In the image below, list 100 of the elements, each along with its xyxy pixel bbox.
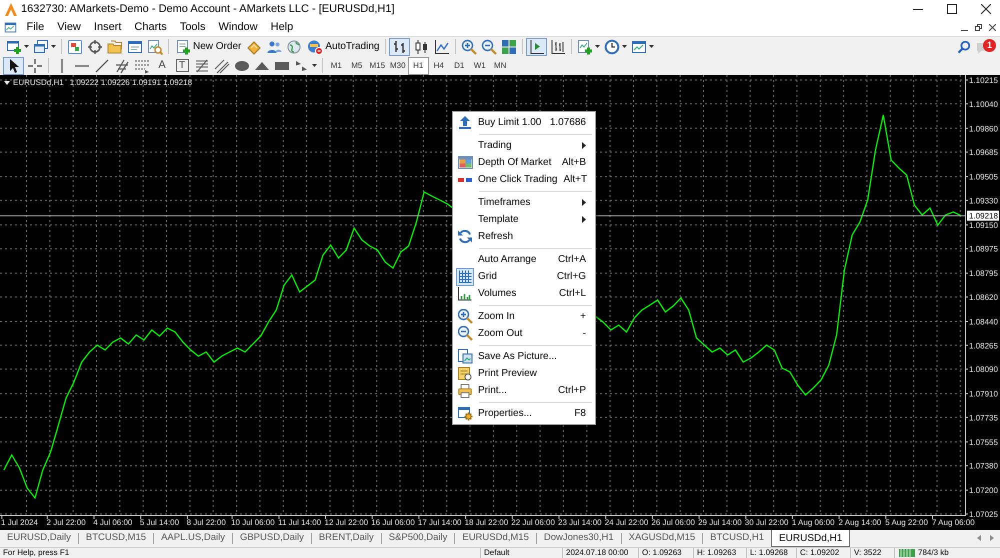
table-icon xyxy=(458,156,472,169)
circle-stop-icon xyxy=(307,38,324,54)
profiles-button[interactable] xyxy=(31,38,58,56)
ohlc-values: 1.09222 1.09226 1.09191 1.09218 xyxy=(70,78,192,88)
zoom-out-icon[interactable] xyxy=(481,38,498,54)
menu-item[interactable]: Depth Of Market Alt+B xyxy=(453,154,595,171)
menu-bar-item[interactable]: View xyxy=(50,18,88,36)
scroll-right-icon[interactable] xyxy=(990,535,994,541)
menu-item[interactable]: Refresh xyxy=(453,228,595,245)
timeframe-button[interactable]: W1 xyxy=(470,56,490,74)
timeframe-button[interactable]: M30 xyxy=(388,56,408,74)
menu-item[interactable]: Zoom In + xyxy=(453,308,595,325)
trend-line-icon[interactable] xyxy=(94,58,110,74)
split-bar-icon xyxy=(458,178,472,182)
chart-tab[interactable]: S&P500,Daily xyxy=(382,530,454,546)
scroll-left-icon[interactable] xyxy=(977,535,981,541)
menu-item[interactable]: Properties... F8 xyxy=(453,405,595,422)
time-label: 11 Jul 14:00 xyxy=(278,518,322,527)
price-label: 1.09505 xyxy=(969,172,998,182)
close-icon[interactable] xyxy=(989,24,996,30)
search-icon[interactable] xyxy=(957,40,971,54)
time-label: 30 Jul 22:00 xyxy=(744,518,788,527)
parallel-lines-icon[interactable] xyxy=(214,58,230,74)
menu-item[interactable]: Auto Arrange Ctrl+A xyxy=(453,251,595,268)
chart-tab[interactable]: AAPL.US,Daily xyxy=(154,530,232,546)
pitchfork-icon[interactable] xyxy=(114,58,130,74)
chart-tab[interactable]: EURUSDd,H1 xyxy=(770,530,850,547)
maximize-icon[interactable] xyxy=(947,4,957,14)
chart-tab[interactable]: EURUSDd,M15 xyxy=(455,530,536,546)
colored-window-icon[interactable] xyxy=(67,38,83,54)
chart-tab[interactable]: BTCUSD,M15 xyxy=(78,530,154,546)
levels-icon[interactable] xyxy=(194,58,210,74)
restore-icon[interactable] xyxy=(975,24,982,30)
periods-button[interactable] xyxy=(602,38,630,56)
chart-tab[interactable]: BRENT,Daily xyxy=(312,530,381,546)
chart-type-button[interactable] xyxy=(389,38,410,56)
menu-item[interactable]: Save As Picture... xyxy=(453,348,595,365)
target-icon[interactable] xyxy=(87,38,103,54)
diamond-icon[interactable] xyxy=(246,38,262,54)
window-gear-icon xyxy=(458,406,472,420)
menu-item[interactable]: Template xyxy=(453,211,595,228)
menu-bar-item[interactable]: Insert xyxy=(87,18,128,36)
close-price: C: 1.09202 xyxy=(796,548,850,558)
menu-bar-item[interactable]: Help xyxy=(264,18,300,36)
bar-chart-icon xyxy=(392,38,408,54)
triangle-down-icon[interactable] xyxy=(4,81,10,85)
printer-icon xyxy=(458,384,472,398)
price-label: 1.07555 xyxy=(969,438,998,447)
menu-item[interactable]: Volumes Ctrl+L xyxy=(453,285,595,302)
new-order-button[interactable]: New Order xyxy=(172,38,244,56)
timeframe-button[interactable]: D1 xyxy=(449,56,470,74)
dashed-lines-icon[interactable] xyxy=(134,58,150,74)
chart-tab[interactable]: DowJones30,H1 xyxy=(536,530,621,546)
menu-bar-item[interactable]: Charts xyxy=(128,18,174,36)
timeframe-button[interactable]: MN xyxy=(490,56,510,74)
pointer-tool-button[interactable] xyxy=(3,56,24,74)
auto-trading-button[interactable]: AutoTrading xyxy=(304,38,382,56)
timeframe-button[interactable]: M15 xyxy=(367,56,388,74)
clock-icon xyxy=(604,38,620,54)
menu-item[interactable]: Print... Ctrl+P xyxy=(453,382,595,399)
help-hint: For Help, press F1 xyxy=(2,548,70,558)
menu-item[interactable]: Trading xyxy=(453,137,595,154)
notification-badge[interactable]: 1 xyxy=(983,38,996,52)
menu-item[interactable]: Buy Limit 1.00 1.07686 xyxy=(453,114,595,131)
bar-time: 2024.07.18 00:00 xyxy=(562,548,638,558)
menu-bar-item[interactable]: Tools xyxy=(173,18,212,36)
people-icon[interactable] xyxy=(266,38,282,54)
label-tool-button[interactable]: T xyxy=(176,59,188,72)
document-preview-icon xyxy=(458,366,472,380)
timeframe-button[interactable]: M1 xyxy=(326,56,346,74)
axis-play-icon xyxy=(528,38,545,54)
chart-tab[interactable]: EURUSD,Daily xyxy=(0,530,78,546)
chart-window-icon xyxy=(4,20,17,34)
close-icon[interactable] xyxy=(981,4,991,14)
timeframe-button[interactable]: H1 xyxy=(408,56,428,74)
price-label: 1.10215 xyxy=(969,76,998,85)
price-label: 1.08090 xyxy=(969,365,998,374)
auto-scroll-button[interactable] xyxy=(526,38,548,56)
timeframe-button[interactable]: H4 xyxy=(428,56,449,74)
document-magnifier-icon[interactable] xyxy=(147,38,163,54)
timeframe-button[interactable]: M5 xyxy=(346,56,367,74)
menu-item[interactable]: Zoom Out - xyxy=(453,325,595,342)
symbol-label: EURUSDd,H1 xyxy=(13,78,64,88)
chart-tab[interactable]: XAGUSDd,M15 xyxy=(622,530,702,546)
menu-item[interactable]: One Click Trading Alt+T xyxy=(453,171,595,188)
menu-bar-item[interactable]: File xyxy=(20,18,51,36)
tile-windows-icon[interactable] xyxy=(501,38,518,54)
globe-icon[interactable] xyxy=(286,38,302,54)
low-price: L: 1.09268 xyxy=(746,548,796,558)
time-label: 24 Jul 22:00 xyxy=(604,518,648,527)
menu-item[interactable]: Grid Ctrl+G xyxy=(453,268,595,285)
candlestick-icon xyxy=(412,38,429,54)
zoom-in-icon[interactable] xyxy=(461,38,478,54)
text-tool-button[interactable]: A xyxy=(152,56,172,74)
window-icon[interactable] xyxy=(127,38,143,54)
menu-item[interactable]: Print Preview xyxy=(453,365,595,382)
menu-bar-item[interactable]: Window xyxy=(212,18,264,36)
chart-tab[interactable]: GBPUSD,Daily xyxy=(232,530,311,546)
menu-item[interactable]: Timeframes xyxy=(453,194,595,211)
chart-tab[interactable]: BTCUSD,H1 xyxy=(703,530,771,546)
